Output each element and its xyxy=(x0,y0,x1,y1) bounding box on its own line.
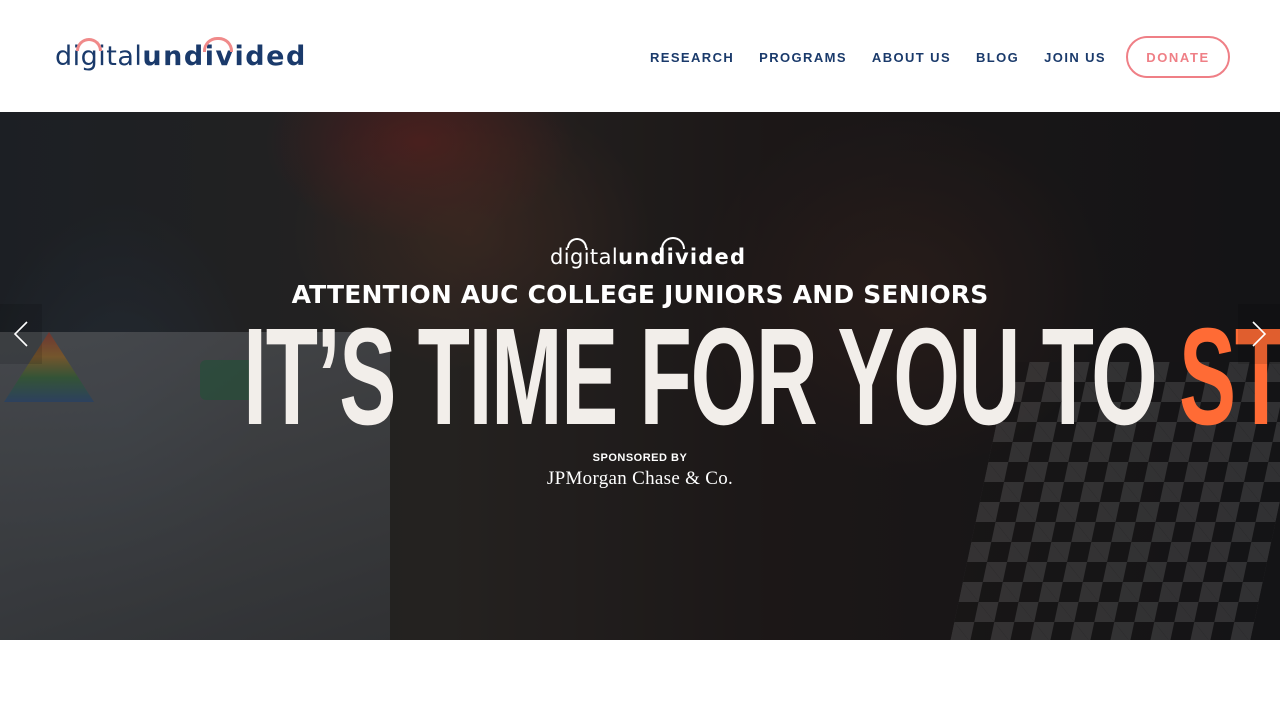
hero-sponsor-label: SPONSORED BY xyxy=(592,452,688,464)
site-logo[interactable]: digital undivided xyxy=(55,36,307,76)
slider-prev-button[interactable] xyxy=(0,304,42,364)
nav-blog[interactable]: BLOG xyxy=(976,50,1019,65)
chevron-right-icon xyxy=(1252,321,1267,347)
nav-research[interactable]: RESEARCH xyxy=(650,50,734,65)
main-nav: RESEARCH PROGRAMS ABOUT US BLOG JOIN US … xyxy=(650,36,1230,78)
chevron-left-icon xyxy=(13,321,28,347)
hero-slider: digital undivided ATTENTION AUC COLLEGE … xyxy=(0,112,1280,640)
nav-about-us[interactable]: ABOUT US xyxy=(872,50,951,65)
hero-slide[interactable]: digital undivided ATTENTION AUC COLLEGE … xyxy=(0,112,1280,640)
logo-arc-icon xyxy=(661,237,685,249)
slider-next-button[interactable] xyxy=(1238,304,1280,364)
hero-headline-main: IT’S TIME FOR YOU TO xyxy=(243,300,1180,454)
hero-headline: IT’S TIME FOR YOU TO START xyxy=(243,308,1280,446)
logo-arc-icon xyxy=(567,238,587,248)
hero-sponsor-name: JPMorgan Chase & Co. xyxy=(546,468,734,489)
donate-button[interactable]: DONATE xyxy=(1126,36,1230,78)
nav-join-us[interactable]: JOIN US xyxy=(1044,50,1106,65)
site-header: digital undivided RESEARCH PROGRAMS ABOU… xyxy=(0,0,1280,112)
hero-logo: digital undivided xyxy=(550,237,746,272)
nav-programs[interactable]: PROGRAMS xyxy=(759,50,847,65)
